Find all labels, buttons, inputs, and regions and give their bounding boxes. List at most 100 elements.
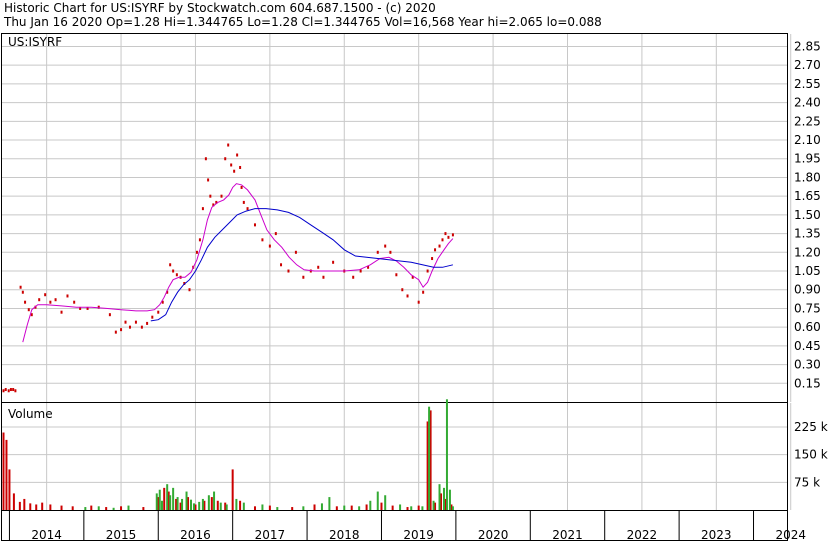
- volume-bar-up: [176, 497, 179, 510]
- volume-bar-up: [155, 493, 158, 510]
- price-tick-label: 1.95: [794, 152, 821, 166]
- volume-tick-label: 225 k: [794, 420, 828, 434]
- price-bar: [438, 244, 441, 248]
- price-bar: [444, 232, 447, 236]
- price-tick-label: 2.85: [794, 39, 821, 53]
- price-bar: [114, 330, 117, 334]
- volume-bar-up: [428, 406, 431, 510]
- year-tick-label: 2015: [106, 528, 137, 542]
- volume-bar-down: [90, 505, 93, 510]
- price-tick-label: 2.10: [794, 133, 821, 147]
- volume-bar-down: [335, 506, 338, 510]
- volume-bar-up: [127, 505, 130, 510]
- volume-bar-down: [105, 507, 108, 510]
- price-bar: [322, 275, 325, 279]
- price-bar: [220, 194, 223, 198]
- volume-bar-down: [216, 500, 219, 510]
- price-y-axis: 0.15 0.30 0.45 0.60 0.75 0.90 1.05 1.20 1.35 1.50…: [794, 39, 821, 390]
- volume-bar-down: [60, 505, 63, 510]
- volume-bar-up: [213, 491, 216, 510]
- price-bar: [204, 157, 207, 161]
- price-tick-label: 0.60: [794, 320, 821, 334]
- volume-bar-up: [369, 500, 372, 510]
- long-moving-average-line: [150, 208, 454, 322]
- price-bar: [302, 275, 305, 279]
- volume-bar-down: [163, 487, 166, 510]
- chart-window: Historic Chart for US:ISYRF by Stockwatc…: [0, 0, 830, 543]
- volume-bar-down: [23, 498, 26, 510]
- volume-bar-up: [320, 503, 323, 510]
- short-moving-average-line: [22, 183, 454, 343]
- year-tick-label: 2023: [701, 528, 732, 542]
- price-bar: [426, 269, 429, 273]
- year-tick-label: 2021: [552, 528, 583, 542]
- volume-label: Volume: [8, 407, 53, 421]
- year-tick-label: 2016: [180, 528, 211, 542]
- price-bar: [240, 185, 243, 189]
- x-axis: 2014 2015 2016 2017 2018 2019 2020 2021 2022 2023…: [8, 510, 806, 542]
- year-tick-label: 2018: [329, 528, 360, 542]
- volume-bar-down: [49, 504, 52, 510]
- year-tick-label: 2019: [403, 528, 434, 542]
- volume-bar-down: [313, 504, 316, 510]
- volume-bar-up: [201, 498, 204, 510]
- volume-bar-up: [421, 506, 424, 510]
- volume-bar-up: [451, 506, 454, 510]
- volume-bar-down: [253, 506, 256, 510]
- price-bar: [38, 298, 41, 302]
- volume-bar-up: [158, 489, 161, 510]
- volume-bar-up: [235, 498, 238, 510]
- price-tick-label: 1.80: [794, 170, 821, 184]
- volume-grid: [2, 426, 787, 483]
- price-bar: [128, 325, 131, 329]
- price-bar: [261, 238, 264, 242]
- price-bar: [198, 238, 201, 242]
- volume-bar-up: [432, 500, 435, 510]
- volume-bar-up: [376, 491, 379, 510]
- price-bar: [274, 232, 277, 236]
- price-bar: [24, 300, 27, 304]
- price-bar: [4, 388, 7, 392]
- volume-bar-up: [169, 495, 172, 510]
- volume-bar-down: [417, 505, 420, 510]
- volume-bar-up: [198, 501, 201, 510]
- price-bar: [253, 223, 256, 227]
- volume-bar-up: [225, 504, 228, 510]
- volume-bar-down: [2, 432, 5, 510]
- price-tick-label: 1.65: [794, 189, 821, 203]
- volume-bar-down: [41, 502, 44, 510]
- year-tick-label: 2022: [627, 528, 658, 542]
- volume-bar-up: [276, 507, 279, 510]
- volume-bar-down: [12, 493, 15, 510]
- price-bar: [242, 200, 245, 204]
- price-tick-label: 2.25: [794, 114, 821, 128]
- price-bar: [73, 300, 76, 304]
- price-tick-label: 2.55: [794, 77, 821, 91]
- price-bar: [195, 250, 198, 254]
- volume-bar-up: [442, 487, 445, 510]
- price-bar: [60, 310, 63, 314]
- volume-bar-up: [445, 399, 448, 510]
- price-bar: [169, 263, 172, 267]
- price-bar: [352, 275, 355, 279]
- price-bar: [151, 315, 154, 319]
- year-tick-label: 2024: [775, 528, 806, 542]
- volume-bar-up: [448, 489, 451, 510]
- volume-bar-up: [384, 495, 387, 510]
- price-bar: [49, 300, 52, 304]
- price-bar: [447, 235, 450, 239]
- volume-bar-up: [185, 491, 188, 510]
- price-bar: [230, 163, 233, 167]
- price-bar: [434, 248, 437, 252]
- volume-bar-up: [160, 500, 163, 510]
- volume-bar-down: [120, 506, 123, 510]
- price-bar: [146, 321, 149, 325]
- volume-bar-down: [239, 500, 242, 510]
- price-bar: [451, 233, 454, 237]
- price-bar: [2, 389, 5, 393]
- price-bar: [12, 388, 15, 392]
- volume-bar-down: [231, 469, 234, 510]
- volume-bar-down: [35, 504, 38, 510]
- price-bar: [294, 250, 297, 254]
- price-bar: [431, 257, 434, 261]
